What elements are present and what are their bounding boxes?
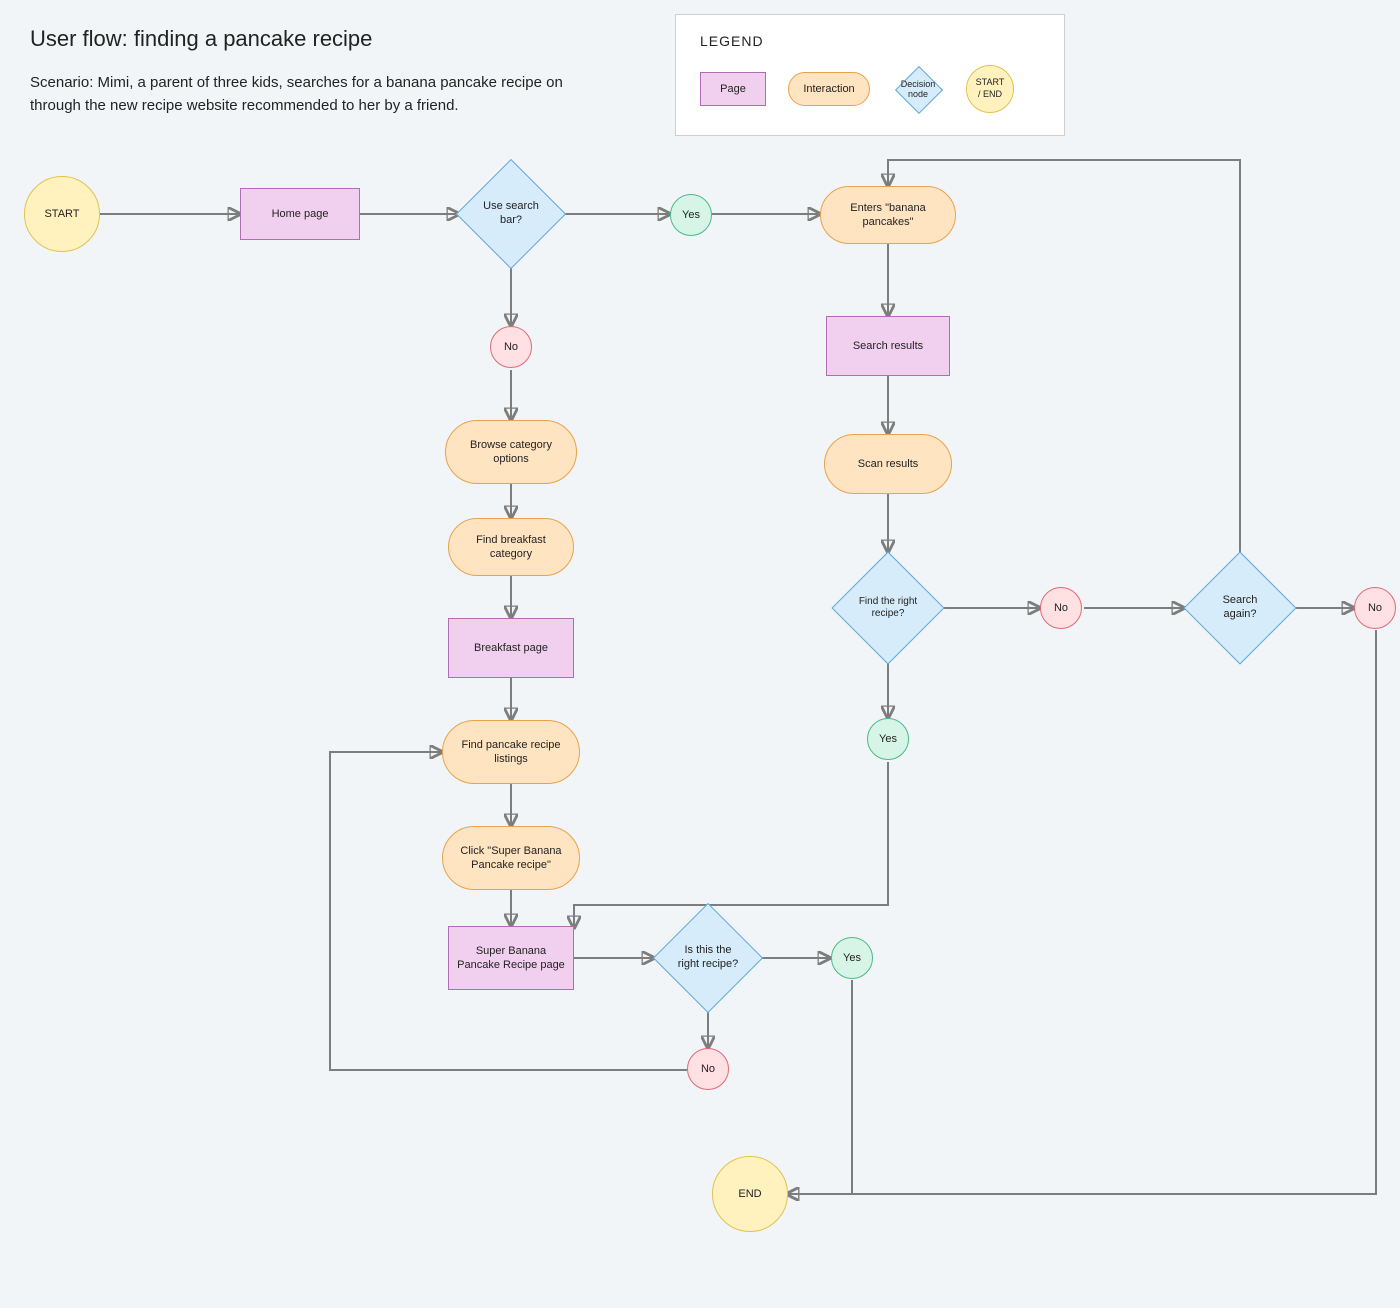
yes-right-recipe: Yes bbox=[831, 937, 873, 979]
enter-banana-node: Enters "banana pancakes" bbox=[820, 186, 956, 244]
is-right-decision: Is this the right recipe? bbox=[669, 919, 747, 997]
browse-category-node: Browse category options bbox=[445, 420, 577, 484]
legend-interaction: Interaction bbox=[788, 72, 870, 106]
legend-page: Page bbox=[700, 72, 766, 106]
legend-decision-l1: Decision bbox=[901, 79, 936, 89]
search-results-node: Search results bbox=[826, 316, 950, 376]
search-again-label: Search again? bbox=[1200, 568, 1280, 648]
page-title: User flow: finding a pancake recipe bbox=[30, 26, 372, 52]
is-right-label: Is this the right recipe? bbox=[669, 919, 747, 997]
legend-box: LEGEND Page Interaction Decision node ST… bbox=[675, 14, 1065, 136]
legend-title: LEGEND bbox=[700, 33, 1040, 49]
no-search-again: No bbox=[1354, 587, 1396, 629]
legend-startend-l1: START bbox=[976, 77, 1005, 89]
find-breakfast-node: Find breakfast category bbox=[448, 518, 574, 576]
super-page-node: Super Banana Pancake Recipe page bbox=[448, 926, 574, 990]
scan-results-node: Scan results bbox=[824, 434, 952, 494]
search-again-decision: Search again? bbox=[1200, 568, 1280, 648]
use-search-decision: Use search bar? bbox=[472, 175, 550, 253]
home-page-node: Home page bbox=[240, 188, 360, 240]
find-right-label: Find the right recipe? bbox=[848, 568, 928, 648]
click-super-node: Click "Super Banana Pancake recipe" bbox=[442, 826, 580, 890]
end-node: END bbox=[712, 1156, 788, 1232]
yes-search: Yes bbox=[670, 194, 712, 236]
breakfast-page-node: Breakfast page bbox=[448, 618, 574, 678]
legend-decision-l2: node bbox=[908, 89, 928, 99]
yes-found-recipe: Yes bbox=[867, 718, 909, 760]
no-right-recipe: No bbox=[687, 1048, 729, 1090]
start-node: START bbox=[24, 176, 100, 252]
legend-row: Page Interaction Decision node START / E… bbox=[700, 63, 1040, 115]
no-found-recipe: No bbox=[1040, 587, 1082, 629]
scenario-text: Scenario: Mimi, a parent of three kids, … bbox=[30, 72, 590, 117]
use-search-label: Use search bar? bbox=[472, 175, 550, 253]
legend-startend-l2: / END bbox=[978, 89, 1002, 101]
find-pancake-node: Find pancake recipe listings bbox=[442, 720, 580, 784]
find-right-decision: Find the right recipe? bbox=[848, 568, 928, 648]
legend-startend: START / END bbox=[966, 65, 1014, 113]
legend-decision: Decision node bbox=[892, 63, 944, 115]
no-search: No bbox=[490, 326, 532, 368]
